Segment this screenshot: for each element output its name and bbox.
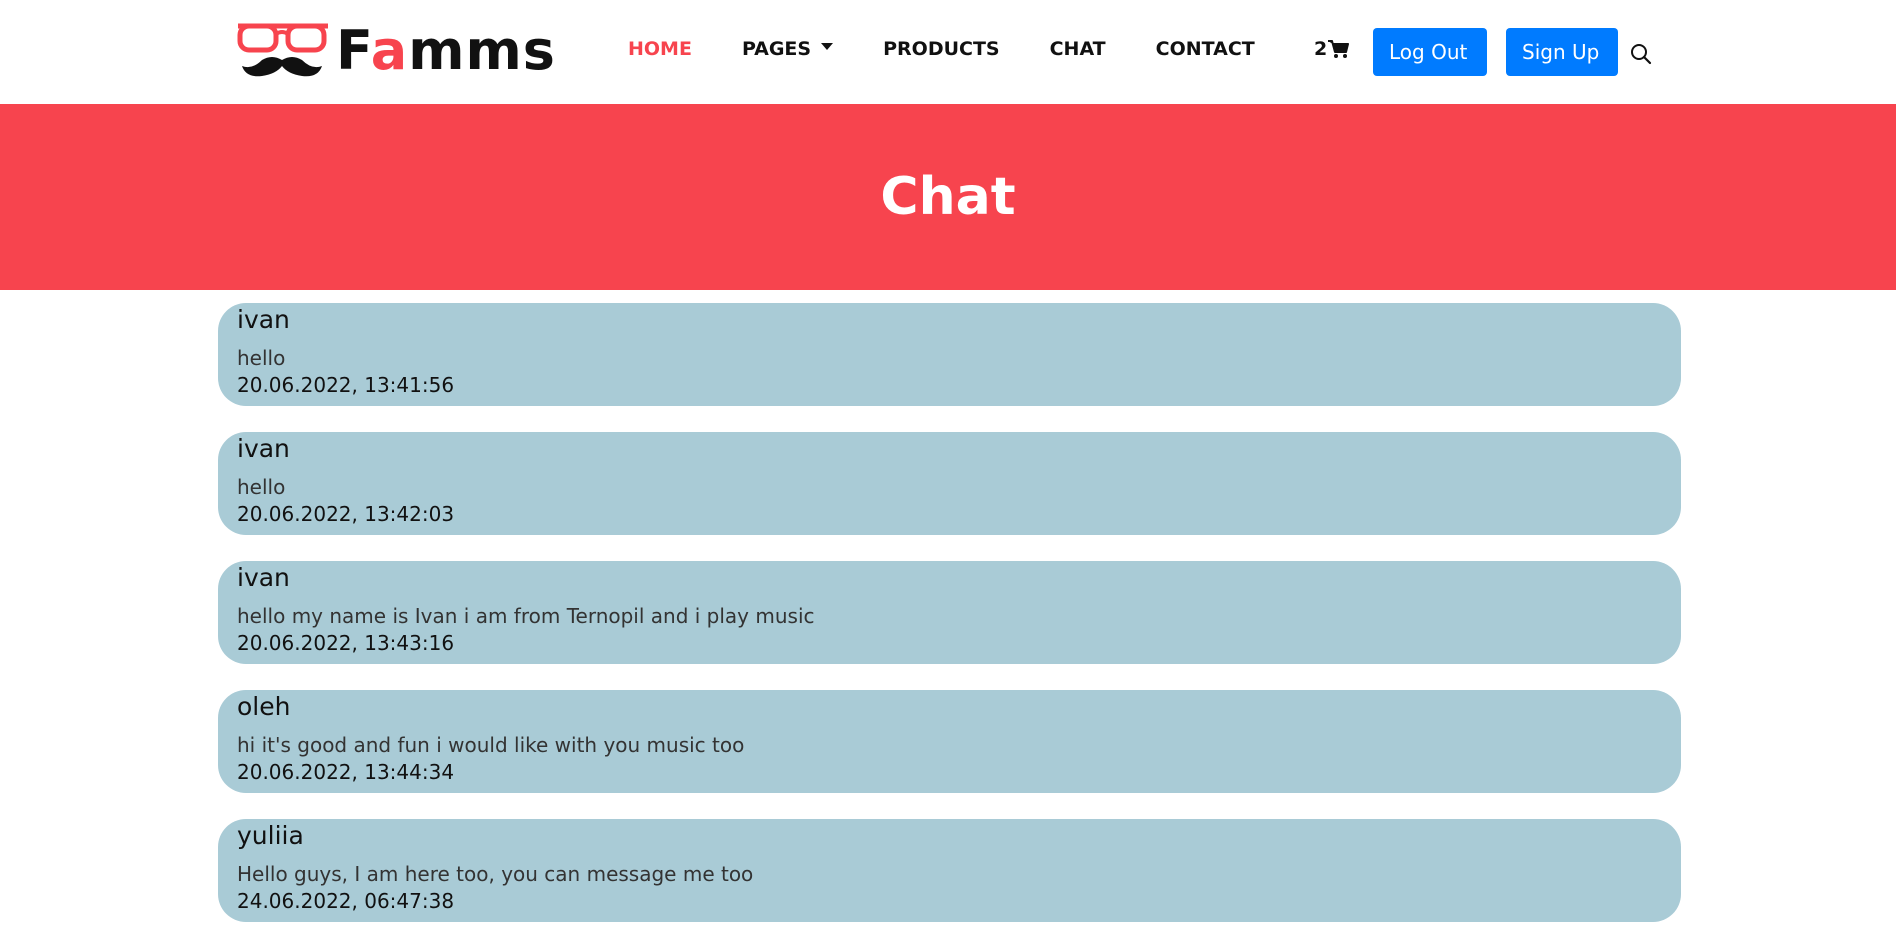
message-username: ivan: [237, 305, 290, 334]
cart-link[interactable]: 2: [1314, 38, 1350, 60]
chat-message: oleh hi it's good and fun i would like w…: [218, 690, 1681, 793]
main-nav: HOME PAGES PRODUCTS CHAT CONTACT: [628, 38, 1255, 60]
message-timestamp: 20.06.2022, 13:42:03: [237, 502, 455, 526]
chat-message: yuliia Hello guys, I am here too, you ca…: [218, 819, 1681, 922]
message-text: Hello guys, I am here too, you can messa…: [237, 862, 754, 886]
message-timestamp: 20.06.2022, 13:41:56: [237, 373, 455, 397]
navbar: Famms HOME PAGES PRODUCTS CHAT CONTACT 2…: [0, 0, 1896, 104]
message-username: oleh: [237, 692, 291, 721]
nav-products[interactable]: PRODUCTS: [883, 38, 1000, 60]
message-text: hello my name is Ivan i am from Ternopil…: [237, 604, 815, 628]
nav-pages[interactable]: PAGES: [742, 38, 834, 60]
mustache-glasses-icon: [237, 23, 328, 77]
message-text: hi it's good and fun i would like with y…: [237, 733, 745, 757]
message-text: hello: [237, 346, 286, 370]
nav-chat[interactable]: CHAT: [1050, 38, 1106, 60]
chat-message: ivan hello 20.06.2022, 13:42:03: [218, 432, 1681, 535]
chat-message: ivan hello my name is Ivan i am from Ter…: [218, 561, 1681, 664]
message-timestamp: 24.06.2022, 06:47:38: [237, 889, 455, 913]
caret-down-icon: [821, 43, 834, 50]
cart-icon: [1328, 40, 1350, 58]
message-username: ivan: [237, 434, 290, 463]
cart-count: 2: [1314, 38, 1328, 60]
page-title: Chat: [880, 167, 1016, 227]
search-icon[interactable]: [1630, 43, 1652, 65]
logout-button[interactable]: Log Out: [1373, 28, 1487, 76]
message-username: yuliia: [237, 821, 304, 850]
nav-home[interactable]: HOME: [628, 38, 692, 60]
message-text: hello: [237, 475, 286, 499]
message-timestamp: 20.06.2022, 13:44:34: [237, 760, 455, 784]
chat-message-list: ivan hello 20.06.2022, 13:41:56 ivan hel…: [218, 303, 1681, 948]
chat-message: ivan hello 20.06.2022, 13:41:56: [218, 303, 1681, 406]
page-banner: Chat: [0, 104, 1896, 290]
brand-name: Famms: [336, 19, 556, 82]
signup-button[interactable]: Sign Up: [1506, 28, 1618, 76]
message-username: ivan: [237, 563, 290, 592]
message-timestamp: 20.06.2022, 13:43:16: [237, 631, 455, 655]
brand-logo[interactable]: Famms: [236, 18, 556, 84]
nav-contact[interactable]: CONTACT: [1156, 38, 1255, 60]
